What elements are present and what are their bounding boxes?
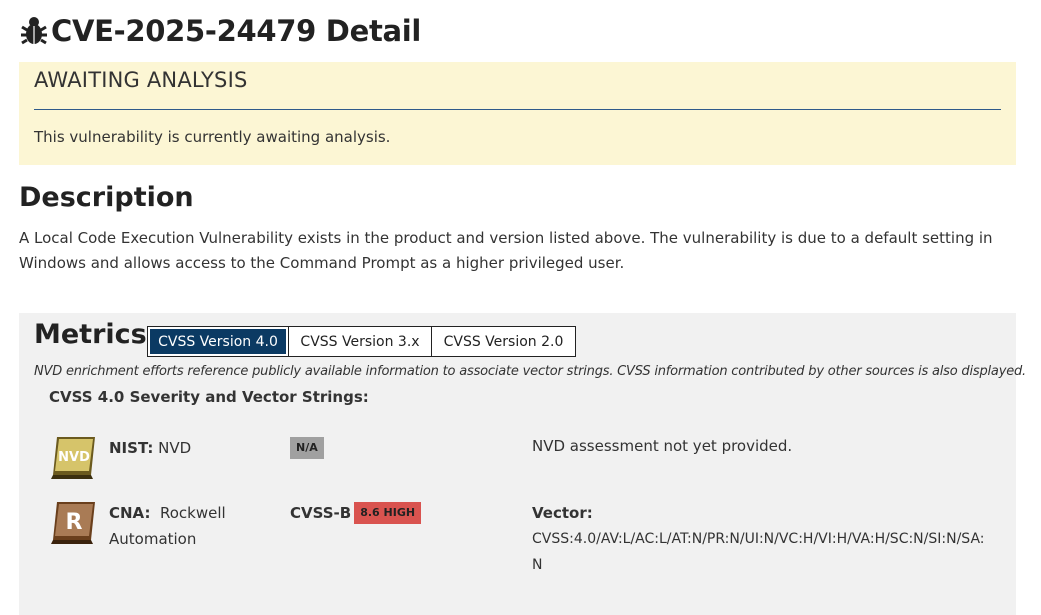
metrics-heading: Metrics — [34, 319, 147, 350]
nvd-assessment: NVD assessment not yet provided. — [532, 437, 793, 455]
metrics-panel: Metrics CVSS Version 4.0 CVSS Version 3.… — [19, 313, 1026, 615]
cvss-b-label: CVSS-B — [290, 504, 352, 522]
vector-string: CVSS:4.0/AV:L/AC:L/AT:N/PR:N/UI:N/VC:H/V… — [532, 531, 985, 573]
nvd-logo: NVD — [51, 437, 95, 479]
severity-subheading: CVSS 4.0 Severity and Vector Strings: — [49, 388, 369, 406]
tab-cvss-2-0[interactable]: CVSS Version 2.0 — [431, 326, 576, 357]
cna-vector: Vector: CVSS:4.0/AV:L/AC:L/AT:N/PR:N/UI:… — [532, 500, 992, 578]
description-text: A Local Code Execution Vulnerability exi… — [19, 229, 993, 272]
nvd-source-name: NVD — [158, 439, 192, 457]
cvss-version-tabs: CVSS Version 4.0 CVSS Version 3.x CVSS V… — [147, 326, 576, 357]
page-title: CVE-2025-24479 Detail — [51, 14, 422, 48]
description-heading: Description — [19, 182, 194, 213]
cve-detail-page: CVE-2025-24479 Detail AWAITING ANALYSIS … — [0, 0, 1041, 615]
vector-label: Vector: — [532, 504, 593, 522]
nist-label: NIST: — [109, 439, 154, 457]
cna-score: CVSS-B 8.6 HIGH — [290, 502, 422, 524]
bug-icon — [21, 17, 47, 45]
cna-label: CNA: — [109, 504, 151, 522]
nvd-score: N/A — [290, 437, 324, 459]
banner-text: This vulnerability is currently awaiting… — [34, 128, 391, 146]
tab-cvss-3-x[interactable]: CVSS Version 3.x — [288, 326, 432, 357]
banner-divider — [34, 109, 1001, 110]
nvd-logo-text: NVD — [58, 450, 90, 465]
enrichment-note: NVD enrichment efforts reference publicl… — [34, 364, 1026, 379]
banner-heading: AWAITING ANALYSIS — [34, 68, 248, 92]
cna-score-badge[interactable]: 8.6 HIGH — [354, 502, 422, 524]
title-row: CVE-2025-24479 Detail — [19, 12, 421, 50]
awaiting-analysis-banner: AWAITING ANALYSIS This vulnerability is … — [19, 62, 1016, 165]
cna-logo-text: R — [66, 510, 83, 535]
nvd-score-badge: N/A — [290, 437, 324, 459]
cna-logo: R — [51, 502, 95, 544]
tab-cvss-4-0[interactable]: CVSS Version 4.0 — [147, 326, 289, 357]
cna-source: CNA: Rockwell Automation — [109, 500, 229, 552]
nvd-source: NIST: NVD — [109, 435, 191, 461]
